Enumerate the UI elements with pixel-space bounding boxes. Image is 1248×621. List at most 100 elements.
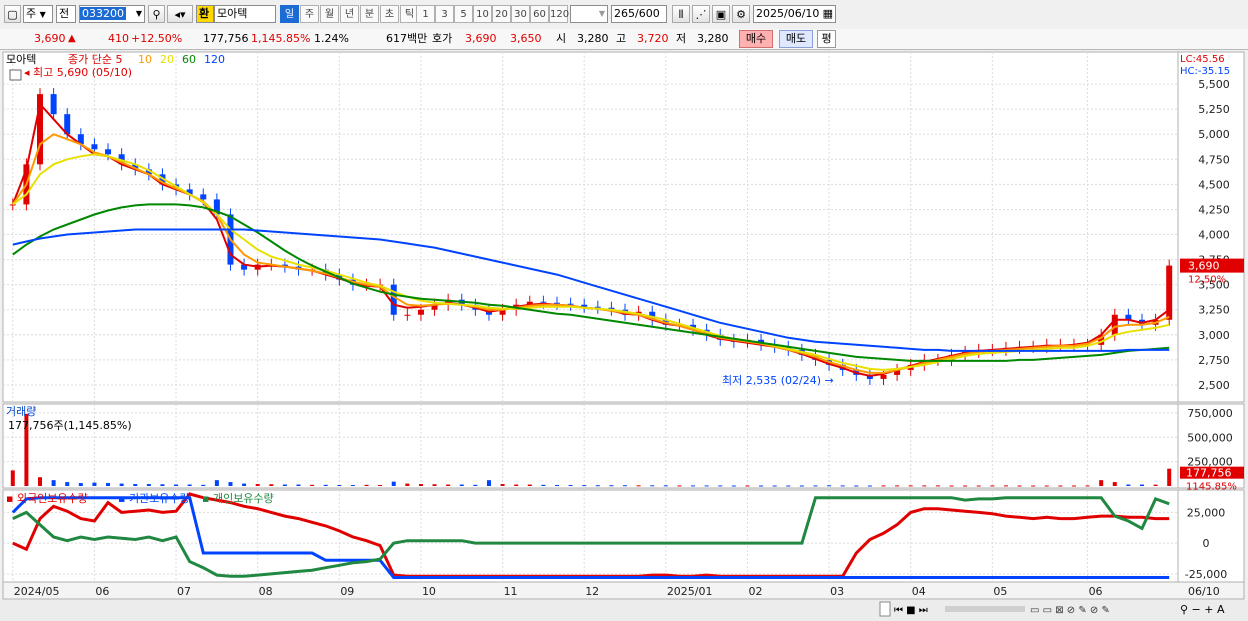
volume-bar [337, 485, 342, 487]
holding-legend-1: ▪ 기관보유수량 [118, 492, 190, 505]
volume-bar [500, 484, 505, 486]
volume-tick: 500,000 [1187, 431, 1233, 444]
zoom-icons[interactable]: ⚲ − + A [1180, 603, 1225, 616]
volume-bar [922, 485, 927, 487]
count-3[interactable]: 3 [435, 5, 454, 23]
count-5[interactable]: 5 [454, 5, 473, 23]
volume-bar [704, 485, 709, 487]
max-annotation: ◂ 최고 5,690 (05/10) [24, 66, 132, 79]
bid1: 3,690 [465, 32, 497, 45]
stock-code-field[interactable]: 033200 ▼ [79, 5, 145, 23]
hwan-button[interactable]: 환 [196, 5, 214, 23]
date-tick: 2025/01 [667, 585, 713, 598]
legend-item: 60 [182, 53, 196, 66]
price-tick: 2,500 [1198, 379, 1230, 392]
scrollbar[interactable] [945, 606, 1025, 612]
chevron-down-icon: ▼ [598, 9, 605, 18]
count-20[interactable]: 20 [492, 5, 511, 23]
holding-tick: 25,000 [1187, 506, 1226, 519]
volume-bar [677, 485, 682, 487]
avg-button[interactable]: 평 [817, 30, 836, 48]
price-tick: 5,250 [1198, 103, 1230, 116]
date-field[interactable]: 2025/06/10 ▦ [753, 5, 836, 23]
period-4[interactable]: 분 [360, 5, 379, 23]
buy-button[interactable]: 매수 [739, 30, 773, 48]
search-icon[interactable]: ⚲ [148, 5, 165, 23]
gear-icon[interactable]: ⚙ [732, 5, 750, 23]
date-tick: 06 [95, 585, 109, 598]
period-0[interactable]: 일 [280, 5, 299, 23]
volume-bar [269, 484, 274, 486]
stock-code-text: 033200 [80, 7, 126, 20]
volume-bar [146, 484, 151, 486]
volume-bar [609, 485, 614, 487]
date-tick: 03 [830, 585, 844, 598]
count-1[interactable]: 1 [416, 5, 435, 23]
turnover: 1.24% [314, 32, 349, 45]
candle [540, 301, 547, 303]
volume-bar [378, 485, 383, 487]
stock-chart[interactable]: 2,5002,7503,0003,2503,5003,7504,0004,250… [0, 50, 1248, 621]
layout-icon[interactable]: ▢ [4, 5, 21, 23]
date-tick: 02 [748, 585, 762, 598]
legend-item: 10 [138, 53, 152, 66]
holding-legend-2: ▪ 개인보유수량 [202, 492, 274, 505]
scroll-right-button[interactable] [879, 601, 891, 617]
volume-bar [255, 484, 260, 486]
scroll-first-icon[interactable]: ⏮ ■ ⏭ [894, 605, 928, 616]
period-3[interactable]: 년 [340, 5, 359, 23]
volume-bar [718, 485, 723, 487]
tool-icons[interactable]: ▭ ▭ ⊠ ⊘ ✎ ⊘ ✎ [1030, 605, 1110, 616]
market-select[interactable]: 주 ▼ [23, 5, 53, 23]
volume-bar [745, 485, 750, 487]
legend-item: 종가 단순 5 [68, 53, 122, 66]
low-label: 저 [676, 32, 687, 45]
period-5[interactable]: 초 [380, 5, 399, 23]
holding-legend-0: ▪ 외국인보유수량 [6, 492, 88, 505]
chart-tool-icon[interactable]: ⋰ [692, 5, 710, 23]
period-1[interactable]: 주 [300, 5, 319, 23]
price-tick: 2,750 [1198, 354, 1230, 367]
last-volume-label: 177,756 [1186, 467, 1232, 480]
price-tick: 4,500 [1198, 178, 1230, 191]
candle [417, 309, 424, 315]
candle-icon[interactable]: ⫴ [672, 5, 690, 23]
prev-button[interactable]: 전 [56, 5, 76, 23]
volume-panel [2, 403, 1179, 489]
volume-bar [1017, 485, 1022, 487]
stock-name-field[interactable]: 모아텍 [214, 5, 276, 23]
volume-bar [459, 484, 464, 486]
chart-title: 모아텍 [6, 53, 36, 66]
count-select[interactable]: ▼ [570, 5, 608, 23]
volume-bar [78, 483, 83, 486]
sell-button[interactable]: 매도 [779, 30, 813, 48]
volume-bar [623, 485, 628, 487]
last-price-label: 3,690 [1188, 260, 1220, 273]
calendar-icon[interactable] [9, 69, 22, 81]
count-60[interactable]: 60 [530, 5, 549, 23]
save-icon[interactable]: ▣ [712, 5, 730, 23]
volume-bar [759, 485, 764, 487]
high-label: 고 [616, 32, 627, 45]
price-tick: 4,000 [1198, 229, 1230, 242]
speaker-icon[interactable]: ◂▾ [167, 5, 193, 23]
volume-label: 177,756주(1,145.85%) [8, 419, 132, 432]
period-2[interactable]: 월 [320, 5, 339, 23]
count-120[interactable]: 120 [549, 5, 569, 23]
volume-bar [391, 481, 396, 486]
price-tick: 4,250 [1198, 203, 1230, 216]
min-annotation: 최저 2,535 (02/24) → [722, 374, 834, 387]
volume-bar [160, 484, 165, 486]
candle [9, 204, 16, 206]
count-30[interactable]: 30 [511, 5, 530, 23]
open-price: 3,280 [577, 32, 609, 45]
market-label: 주 [26, 7, 37, 20]
candle [105, 149, 112, 155]
volume-bar [1058, 485, 1063, 487]
count-10[interactable]: 10 [473, 5, 492, 23]
count-field[interactable]: 265/600 [611, 5, 667, 23]
quote-bar: 3,690 ▲ 410 +12.50% 177,756 1,145.85% 1.… [0, 29, 1248, 50]
chevron-down-icon: ▼ [39, 10, 46, 19]
volume-bar [446, 484, 451, 486]
volume-bar [473, 484, 478, 486]
